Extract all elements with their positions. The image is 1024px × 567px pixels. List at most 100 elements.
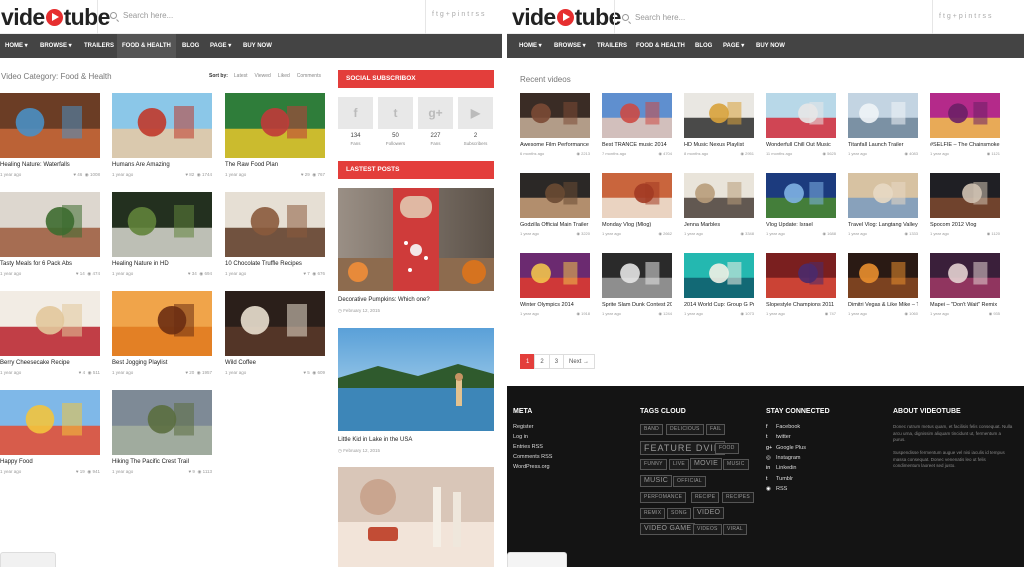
video-thumbnail[interactable] <box>520 173 590 218</box>
video-thumbnail[interactable] <box>602 253 672 298</box>
tag-link[interactable]: MUSIC <box>640 475 673 487</box>
video-card[interactable]: Humans Are Amazing 1 year ago ♥ 82 ◉ 1744 <box>112 93 212 178</box>
stay-connected-link[interactable]: ◎ Instagram <box>766 455 800 461</box>
video-thumbnail[interactable] <box>684 93 754 138</box>
video-card[interactable]: Happy Food 1 year ago ♥ 19 ◉ 941 <box>0 390 100 475</box>
nav-home[interactable]: HOME ▾ <box>0 34 33 58</box>
tag-link[interactable]: MOVIE <box>690 458 723 470</box>
social-count-google-plus[interactable]: g+ 227 Fans <box>418 97 453 146</box>
tag-link[interactable]: LIVE <box>669 459 690 470</box>
video-title[interactable]: Sprite Slam Dunk Contest 2014 <box>602 301 672 309</box>
video-thumbnail[interactable] <box>848 253 918 298</box>
video-card[interactable]: Best Jogging Playlist 1 year ago ♥ 20 ◉ 19… <box>112 291 212 376</box>
video-title[interactable]: Healing Nature in HD <box>112 260 212 268</box>
tag-link[interactable]: OFFICIAL <box>673 476 706 487</box>
stay-connected-link[interactable]: t Tumblr <box>766 476 793 482</box>
nav-page[interactable]: PAGE ▾ <box>718 34 749 58</box>
stay-connected-link[interactable]: in Linkedin <box>766 465 797 471</box>
video-card[interactable]: #SELFIE – The Chainsmokers 1 year ago ◉ 11… <box>930 93 1000 157</box>
meta-link[interactable]: Log in <box>513 434 528 440</box>
video-title[interactable]: Berry Cheesecake Recipe <box>0 359 100 367</box>
nav-browse[interactable]: BROWSE ▾ <box>35 34 77 58</box>
video-title[interactable]: Best TRANCE music 2014 <box>602 141 672 149</box>
social-count-youtube[interactable]: ▶ 2 Subscribers <box>458 97 493 146</box>
social-icons[interactable]: ftg+pintrss <box>432 11 487 18</box>
video-card[interactable]: Spocom 2012 Vlog 1 year ago ◉ 1120 <box>930 173 1000 237</box>
meta-link[interactable]: Register <box>513 424 533 430</box>
youtube-icon[interactable]: ▶ <box>458 97 493 129</box>
video-title[interactable]: Hiking The Pacific Crest Trail <box>112 458 212 466</box>
site-logo[interactable]: vide tube <box>1 5 110 29</box>
video-thumbnail[interactable] <box>520 93 590 138</box>
video-card[interactable]: Wonderfull Chill Out Music 11 months ago ◉… <box>766 93 836 157</box>
video-thumbnail[interactable] <box>766 253 836 298</box>
video-thumbnail[interactable] <box>930 93 1000 138</box>
tag-link[interactable]: FEATURE DVID <box>640 441 726 455</box>
nav-food-health[interactable]: FOOD & HEALTH <box>631 34 690 58</box>
video-title[interactable]: Awesome Film Performance <box>520 141 590 149</box>
video-card[interactable]: Awesome Film Performance 6 months ago ◉ 22… <box>520 93 590 157</box>
tag-link[interactable]: PERFOMANCE <box>640 492 687 503</box>
video-title[interactable]: Wild Coffee <box>225 359 325 367</box>
google-plus-icon[interactable]: g+ <box>440 11 452 18</box>
nav-trailers[interactable]: TRAILERS <box>79 34 119 58</box>
video-card[interactable]: Hiking The Pacific Crest Trail 1 year ago… <box>112 390 212 475</box>
video-card[interactable]: Wild Coffee 1 year ago ♥ 5 ◉ 609 <box>225 291 325 376</box>
post-thumbnail[interactable] <box>338 188 494 291</box>
sort-latest[interactable]: Latest <box>234 73 248 79</box>
video-title[interactable]: HD Music Nexus Playlist <box>684 141 754 149</box>
google-plus-icon[interactable]: g+ <box>418 97 453 129</box>
video-thumbnail[interactable] <box>766 173 836 218</box>
post-thumbnail[interactable] <box>338 467 494 567</box>
video-title[interactable]: Monday Vlog (Mlog) <box>602 221 672 229</box>
nav-blog[interactable]: BLOG <box>177 34 204 58</box>
video-card[interactable]: Jenna Marbles 1 year ago ◉ 3348 <box>684 173 754 237</box>
nav-trailers[interactable]: TRAILERS <box>592 34 632 58</box>
video-card[interactable]: Best TRANCE music 2014 7 months ago ◉ 4704 <box>602 93 672 157</box>
next-page[interactable]: Next → <box>563 354 596 369</box>
video-thumbnail[interactable] <box>225 93 325 158</box>
video-title[interactable]: Mapei – "Don't Wait" Remix <box>930 301 1000 309</box>
video-thumbnail[interactable] <box>112 390 212 455</box>
video-card[interactable]: Godzilla Official Main Trailer 1 year ago… <box>520 173 590 237</box>
video-thumbnail[interactable] <box>848 173 918 218</box>
video-title[interactable]: 2014 World Cup: Group G Preview <box>684 301 754 309</box>
video-thumbnail[interactable] <box>602 93 672 138</box>
sort-comments[interactable]: Comments <box>297 73 321 79</box>
tag-link[interactable]: DELICIOUS <box>666 424 704 435</box>
video-card[interactable]: Dimitri Vegas & Like Mike – Tomorrowland… <box>848 253 918 317</box>
tag-link[interactable]: FUNNY <box>640 459 667 470</box>
video-thumbnail[interactable] <box>225 192 325 257</box>
page-1[interactable]: 1 <box>520 354 536 369</box>
video-card[interactable]: 10 Chocolate Truffle Recipes 1 year ago ♥ … <box>225 192 325 277</box>
post-title[interactable]: Little Kid in Lake in the USA <box>338 437 494 443</box>
video-thumbnail[interactable] <box>112 192 212 257</box>
video-card[interactable]: Tasty Meals for 6 Pack Abs 1 year ago ♥ 14… <box>0 192 100 277</box>
social-count-twitter[interactable]: t 50 Followers <box>378 97 413 146</box>
stay-connected-link[interactable]: f Facebook <box>766 424 800 430</box>
tag-link[interactable]: FOOD <box>715 443 739 454</box>
video-title[interactable]: Dimitri Vegas & Like Mike – Tomorrowland <box>848 301 918 309</box>
video-title[interactable]: Titanfall Launch Trailer <box>848 141 918 149</box>
rss-icon[interactable]: rss <box>978 13 993 20</box>
video-thumbnail[interactable] <box>848 93 918 138</box>
video-title[interactable]: 10 Chocolate Truffle Recipes <box>225 260 325 268</box>
nav-home[interactable]: HOME ▾ <box>514 34 547 58</box>
linkedin-icon[interactable]: in <box>965 13 974 20</box>
latest-post[interactable]: Little Kid in Lake in the USA ◷ February… <box>338 328 494 454</box>
meta-link[interactable]: Comments RSS <box>513 454 552 460</box>
stay-connected-link[interactable]: ◉ RSS <box>766 486 787 492</box>
video-thumbnail[interactable] <box>225 291 325 356</box>
tag-link[interactable]: MUSIC <box>723 459 749 470</box>
sort-liked[interactable]: Liked <box>278 73 290 79</box>
tag-link[interactable]: REMIX <box>640 508 666 519</box>
nav-page[interactable]: PAGE ▾ <box>205 34 236 58</box>
twitter-icon[interactable]: t <box>378 97 413 129</box>
video-card[interactable]: The Raw Food Plan 1 year ago ♥ 29 ◉ 767 <box>225 93 325 178</box>
page-2[interactable]: 2 <box>534 354 550 369</box>
latest-post[interactable]: Decorative Pumpkins: Which one? ◷ Februa… <box>338 188 494 314</box>
video-thumbnail[interactable] <box>0 192 100 257</box>
video-thumbnail[interactable] <box>602 173 672 218</box>
video-card[interactable]: Healing Nature: Waterfalls 1 year ago ♥ 46… <box>0 93 100 178</box>
video-title[interactable]: Winter Olympics 2014 <box>520 301 590 309</box>
